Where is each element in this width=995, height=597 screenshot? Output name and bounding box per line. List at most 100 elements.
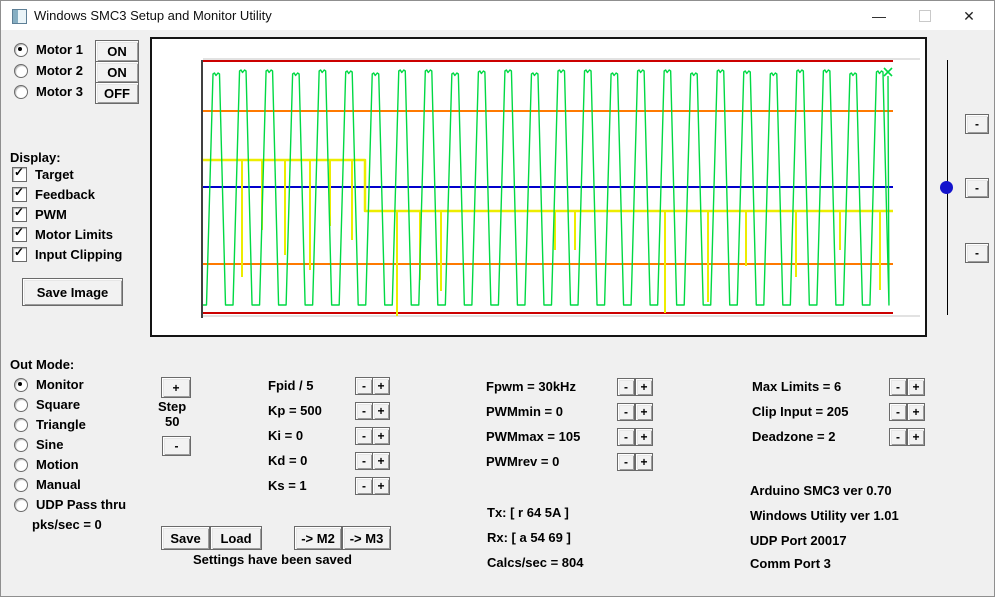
save-button[interactable]: Save bbox=[161, 526, 210, 550]
radio-icon bbox=[14, 398, 28, 412]
clip-input-label: Clip Input = 205 bbox=[752, 404, 848, 419]
udp-port: UDP Port 20017 bbox=[750, 533, 847, 548]
fpwm-label: Fpwm = 30kHz bbox=[486, 379, 576, 394]
scope-plot bbox=[152, 39, 925, 335]
step-value: 50 bbox=[165, 414, 179, 429]
ks-plus-button[interactable]: + bbox=[372, 477, 390, 495]
motor-3-power-button[interactable]: OFF bbox=[95, 82, 139, 104]
out-mode-sine[interactable]: Sine bbox=[14, 437, 63, 452]
checkbox-input-clipping-label: Input Clipping bbox=[35, 247, 122, 262]
radio-icon bbox=[14, 418, 28, 432]
out-mode-monitor[interactable]: Monitor bbox=[14, 377, 84, 392]
pwmmin-minus-button[interactable]: - bbox=[617, 403, 635, 421]
ki-plus-button[interactable]: + bbox=[372, 427, 390, 445]
out-mode-manual[interactable]: Manual bbox=[14, 477, 81, 492]
fpwm-plus-button[interactable]: + bbox=[635, 378, 653, 396]
motor-2-radio[interactable]: Motor 2 bbox=[14, 63, 83, 78]
pwmmax-minus-button[interactable]: - bbox=[617, 428, 635, 446]
window-title: Windows SMC3 Setup and Monitor Utility bbox=[34, 8, 272, 23]
pwmmin-plus-button[interactable]: + bbox=[635, 403, 653, 421]
settings-status-text: Settings have been saved bbox=[193, 552, 352, 567]
fpid-label: Fpid / 5 bbox=[268, 378, 314, 393]
fpid-minus-button[interactable]: - bbox=[355, 377, 373, 395]
deadzone-minus-button[interactable]: - bbox=[889, 428, 907, 446]
max-limits-label: Max Limits = 6 bbox=[752, 379, 841, 394]
kd-label: Kd = 0 bbox=[268, 453, 307, 468]
out-mode-heading: Out Mode: bbox=[10, 357, 74, 372]
maximize-icon bbox=[919, 10, 931, 22]
scale-middle-minus-button[interactable]: - bbox=[965, 178, 989, 198]
ki-label: Ki = 0 bbox=[268, 428, 303, 443]
minimize-button[interactable]: — bbox=[862, 1, 896, 31]
checkbox-icon: ✓ bbox=[12, 187, 27, 202]
motor-1-radio[interactable]: Motor 1 bbox=[14, 42, 83, 57]
checkbox-pwm[interactable]: ✓ PWM bbox=[12, 207, 67, 222]
kp-label: Kp = 500 bbox=[268, 403, 322, 418]
clip-input-minus-button[interactable]: - bbox=[889, 403, 907, 421]
radio-icon bbox=[14, 478, 28, 492]
radio-icon bbox=[14, 438, 28, 452]
out-mode-motion[interactable]: Motion bbox=[14, 457, 79, 472]
step-plus-button[interactable]: + bbox=[161, 377, 191, 398]
minimize-icon: — bbox=[872, 8, 886, 24]
motor-3-radio[interactable]: Motor 3 bbox=[14, 84, 83, 99]
motor-3-label: Motor 3 bbox=[36, 84, 83, 99]
pwmrev-label: PWMrev = 0 bbox=[486, 454, 559, 469]
load-button[interactable]: Load bbox=[210, 526, 262, 550]
out-mode-manual-label: Manual bbox=[36, 477, 81, 492]
deadzone-plus-button[interactable]: + bbox=[907, 428, 925, 446]
copy-to-m2-button[interactable]: -> M2 bbox=[294, 526, 342, 550]
motor-1-power-button[interactable]: ON bbox=[95, 40, 139, 62]
pwmrev-minus-button[interactable]: - bbox=[617, 453, 635, 471]
comm-port: Comm Port 3 bbox=[750, 556, 831, 571]
kp-plus-button[interactable]: + bbox=[372, 402, 390, 420]
out-mode-motion-label: Motion bbox=[36, 457, 79, 472]
max-limits-plus-button[interactable]: + bbox=[907, 378, 925, 396]
pwmrev-plus-button[interactable]: + bbox=[635, 453, 653, 471]
radio-icon bbox=[14, 378, 28, 392]
save-image-button[interactable]: Save Image bbox=[22, 278, 123, 306]
close-icon: ✕ bbox=[963, 8, 975, 25]
checkbox-target[interactable]: ✓ Target bbox=[12, 167, 74, 182]
motor-2-power-button[interactable]: ON bbox=[95, 61, 139, 83]
deadzone-label: Deadzone = 2 bbox=[752, 429, 835, 444]
fpwm-minus-button[interactable]: - bbox=[617, 378, 635, 396]
checkbox-motor-limits-label: Motor Limits bbox=[35, 227, 113, 242]
kd-plus-button[interactable]: + bbox=[372, 452, 390, 470]
close-button[interactable]: ✕ bbox=[952, 1, 986, 31]
motor-2-label: Motor 2 bbox=[36, 63, 83, 78]
out-mode-triangle-label: Triangle bbox=[36, 417, 86, 432]
scale-upper-minus-button[interactable]: - bbox=[965, 114, 989, 134]
checkbox-input-clipping[interactable]: ✓ Input Clipping bbox=[12, 247, 122, 262]
ki-minus-button[interactable]: - bbox=[355, 427, 373, 445]
scale-lower-minus-button[interactable]: - bbox=[965, 243, 989, 263]
checkbox-feedback[interactable]: ✓ Feedback bbox=[12, 187, 95, 202]
app-icon bbox=[12, 9, 27, 24]
radio-icon bbox=[14, 458, 28, 472]
fpid-plus-button[interactable]: + bbox=[372, 377, 390, 395]
scale-slider-handle[interactable] bbox=[940, 181, 953, 194]
pwmmin-label: PWMmin = 0 bbox=[486, 404, 563, 419]
checkbox-icon: ✓ bbox=[12, 227, 27, 242]
kp-minus-button[interactable]: - bbox=[355, 402, 373, 420]
out-mode-triangle[interactable]: Triangle bbox=[14, 417, 86, 432]
checkbox-motor-limits[interactable]: ✓ Motor Limits bbox=[12, 227, 113, 242]
out-mode-udp[interactable]: UDP Pass thru bbox=[14, 497, 126, 512]
out-mode-udp-label: UDP Pass thru bbox=[36, 497, 126, 512]
radio-icon bbox=[14, 85, 28, 99]
radio-icon bbox=[14, 498, 28, 512]
copy-to-m3-button[interactable]: -> M3 bbox=[342, 526, 391, 550]
clip-input-plus-button[interactable]: + bbox=[907, 403, 925, 421]
pwmmax-label: PWMmax = 105 bbox=[486, 429, 580, 444]
max-limits-minus-button[interactable]: - bbox=[889, 378, 907, 396]
checkbox-icon: ✓ bbox=[12, 167, 27, 182]
kd-minus-button[interactable]: - bbox=[355, 452, 373, 470]
checkbox-pwm-label: PWM bbox=[35, 207, 67, 222]
step-minus-button[interactable]: - bbox=[162, 436, 191, 456]
out-mode-square[interactable]: Square bbox=[14, 397, 80, 412]
maximize-button[interactable] bbox=[908, 1, 942, 31]
scope-display bbox=[150, 37, 927, 337]
checkbox-icon: ✓ bbox=[12, 247, 27, 262]
ks-minus-button[interactable]: - bbox=[355, 477, 373, 495]
pwmmax-plus-button[interactable]: + bbox=[635, 428, 653, 446]
